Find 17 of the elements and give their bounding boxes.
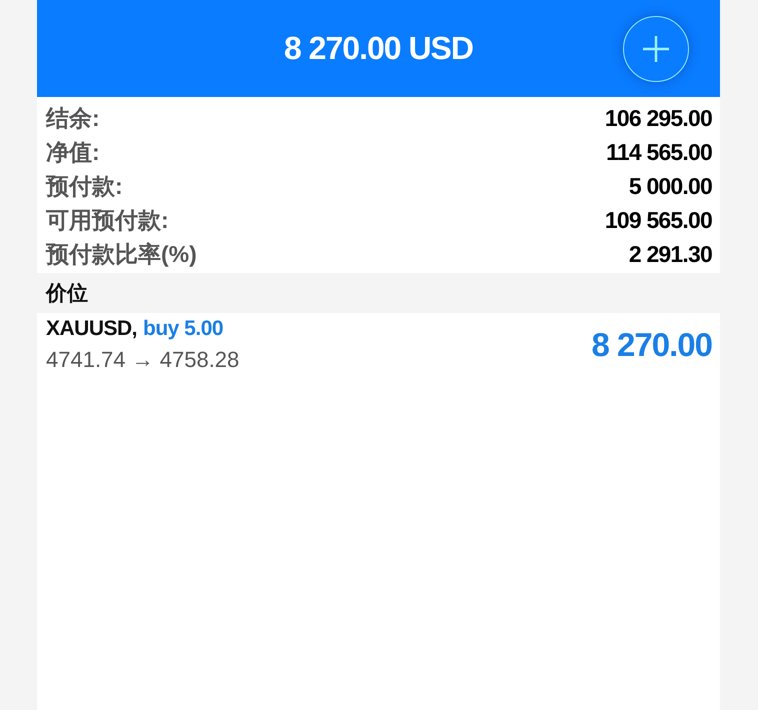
plus-icon — [641, 34, 671, 64]
summary-value: 109 565.00 — [604, 206, 712, 234]
price-text: 4741.74 → 4758.28 — [46, 347, 240, 373]
summary-label: 结余: — [46, 104, 100, 132]
symbol-text: XAUUSD, — [46, 317, 138, 341]
summary-label: 预付款比率(%) — [46, 240, 197, 269]
summary-label: 预付款: — [46, 172, 123, 200]
summary-value: 106 295.00 — [604, 104, 712, 132]
profit-value: 8 270.00 — [592, 326, 712, 364]
order-text: buy 5.00 — [143, 317, 224, 341]
balance-title: 8 270.00 USD — [284, 30, 473, 67]
summary-value: 114 565.00 — [606, 138, 712, 166]
summary-value: 5 000.00 — [628, 172, 712, 200]
summary-label: 可用预付款: — [46, 206, 169, 234]
section-title: 价位 — [46, 281, 88, 307]
summary-value: 2 291.30 — [628, 240, 712, 268]
summary-label: 净值: — [46, 138, 100, 166]
